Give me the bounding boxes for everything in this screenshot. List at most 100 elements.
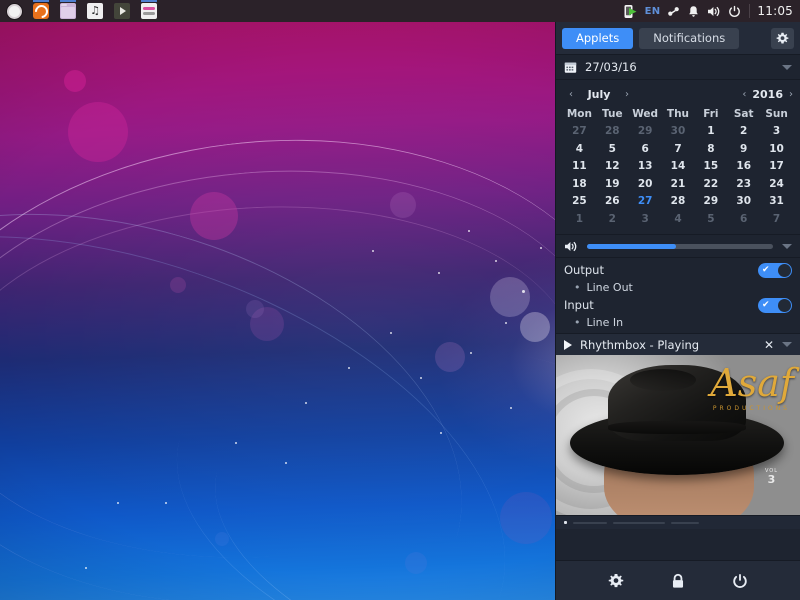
device-run-icon[interactable] — [623, 0, 638, 22]
calendar-day[interactable]: 6 — [727, 211, 760, 229]
close-icon[interactable]: ✕ — [764, 339, 774, 351]
calendar-day[interactable]: 26 — [596, 193, 629, 211]
running-indicator — [33, 0, 49, 2]
calendar-day[interactable]: 6 — [629, 141, 662, 159]
calendar-day[interactable]: 3 — [629, 211, 662, 229]
language-indicator[interactable]: EN — [645, 6, 661, 17]
play-icon — [114, 3, 130, 19]
calendar-dow: Mon — [566, 108, 592, 120]
bell-icon[interactable] — [687, 0, 700, 22]
calendar-day[interactable]: 19 — [596, 176, 629, 194]
calendar-day[interactable]: 8 — [694, 141, 727, 159]
player-track-strip[interactable] — [556, 515, 800, 529]
calendar-day[interactable]: 25 — [563, 193, 596, 211]
bluetooth-icon[interactable] — [667, 0, 680, 22]
album-volume-badge: VOL 3 — [765, 468, 778, 485]
calendar-day[interactable]: 2 — [596, 211, 629, 229]
calendar-day[interactable]: 14 — [662, 158, 695, 176]
clock[interactable]: 11:05 — [749, 4, 793, 18]
check-icon: ✔ — [762, 264, 770, 275]
tab-notifications[interactable]: Notifications — [639, 27, 740, 49]
calendar-dow: Wed — [632, 108, 659, 120]
output-device[interactable]: Line Out — [564, 279, 792, 296]
calendar-day[interactable]: 27 — [563, 123, 596, 141]
calendar-day[interactable]: 15 — [694, 158, 727, 176]
calendar-day[interactable]: 28 — [596, 123, 629, 141]
tab-applets[interactable]: Applets — [562, 27, 634, 49]
calendar-day[interactable]: 29 — [629, 123, 662, 141]
settings-launcher[interactable] — [138, 0, 160, 22]
gear-icon — [608, 573, 624, 587]
calendar-day[interactable]: 2 — [727, 123, 760, 141]
music-launcher[interactable]: ♫ — [84, 0, 106, 22]
files-launcher[interactable] — [57, 0, 79, 22]
input-row: Input ✔ — [564, 296, 792, 314]
album-art[interactable]: Asaf PRODUCTIONS VOL 3 — [556, 355, 800, 515]
firefox-launcher[interactable] — [30, 0, 52, 22]
calendar-day[interactable]: 9 — [727, 141, 760, 159]
calendar-day[interactable]: 20 — [629, 176, 662, 194]
calendar-day[interactable]: 24 — [760, 176, 793, 194]
calendar-day[interactable]: 29 — [694, 193, 727, 211]
calendar-day[interactable]: 30 — [727, 193, 760, 211]
calendar-day[interactable]: 18 — [563, 176, 596, 194]
calendar-day[interactable]: 21 — [662, 176, 695, 194]
output-label: Output — [564, 263, 604, 277]
calendar-dow: Tue — [601, 108, 623, 120]
speaker-icon[interactable] — [707, 0, 721, 22]
date-applet[interactable]: 27/03/16 — [556, 55, 800, 80]
calendar-icon — [564, 62, 577, 73]
calendar-day[interactable]: 5 — [596, 141, 629, 159]
video-launcher[interactable] — [111, 0, 133, 22]
calendar-day[interactable]: 3 — [760, 123, 793, 141]
output-toggle[interactable]: ✔ — [758, 262, 792, 278]
calendar-day[interactable]: 17 — [760, 158, 793, 176]
art-hat-band — [608, 421, 746, 434]
calendar-day[interactable]: 4 — [662, 211, 695, 229]
calendar-day[interactable]: 31 — [760, 193, 793, 211]
calendar-day[interactable]: 7 — [760, 211, 793, 229]
calendar-day-today[interactable]: 27 — [629, 193, 662, 211]
volume-slider[interactable] — [587, 243, 773, 249]
input-device[interactable]: Line In — [564, 314, 792, 331]
prev-year-button[interactable]: ‹ — [742, 89, 746, 100]
settings-button[interactable] — [608, 573, 624, 589]
chevron-down-icon[interactable] — [782, 243, 792, 249]
calendar-day[interactable]: 1 — [694, 123, 727, 141]
applets-sidebar: Applets Notifications 27/03/16 ‹ July › … — [555, 22, 800, 600]
calendar-day[interactable]: 11 — [563, 158, 596, 176]
calendar-applet: ‹ July › ‹ 2016 › Mon Tue Wed Thu Fri Sat Sun 2… — [556, 80, 800, 234]
album-logo: Asaf — [710, 361, 794, 405]
calendar-day[interactable]: 23 — [727, 176, 760, 194]
calendar-day[interactable]: 13 — [629, 158, 662, 176]
chevron-down-icon[interactable] — [782, 64, 792, 70]
calendar-day[interactable]: 30 — [662, 123, 695, 141]
calendar-day[interactable]: 28 — [662, 193, 695, 211]
calendar-day[interactable]: 1 — [563, 211, 596, 229]
sidebar-settings-button[interactable] — [771, 27, 794, 49]
input-toggle[interactable]: ✔ — [758, 297, 792, 313]
prev-month-button[interactable]: ‹ — [569, 89, 573, 100]
calendar-dow: Sun — [765, 108, 788, 120]
calendar-day[interactable]: 16 — [727, 158, 760, 176]
calendar-day[interactable]: 7 — [662, 141, 695, 159]
screen: ♫ EN 11:05 Applets Notifications 27/03/1… — [0, 0, 800, 600]
next-month-button[interactable]: › — [625, 89, 629, 100]
power-button[interactable] — [732, 573, 748, 589]
dash-launcher[interactable] — [3, 0, 25, 22]
lock-button[interactable] — [670, 573, 686, 589]
sound-devices: Output ✔ Line Out Input ✔ Line In — [556, 258, 800, 333]
calendar-day[interactable]: 10 — [760, 141, 793, 159]
music-note-icon: ♫ — [87, 3, 103, 19]
running-indicator — [141, 0, 157, 2]
calendar-day[interactable]: 5 — [694, 211, 727, 229]
folder-icon — [60, 3, 76, 19]
power-icon[interactable] — [728, 0, 741, 22]
calendar-day[interactable]: 22 — [694, 176, 727, 194]
play-icon[interactable] — [564, 339, 572, 350]
calendar-day[interactable]: 12 — [596, 158, 629, 176]
next-year-button[interactable]: › — [789, 89, 793, 100]
chevron-down-icon[interactable] — [782, 342, 792, 347]
calendar-dow: Sat — [733, 108, 754, 120]
calendar-day[interactable]: 4 — [563, 141, 596, 159]
